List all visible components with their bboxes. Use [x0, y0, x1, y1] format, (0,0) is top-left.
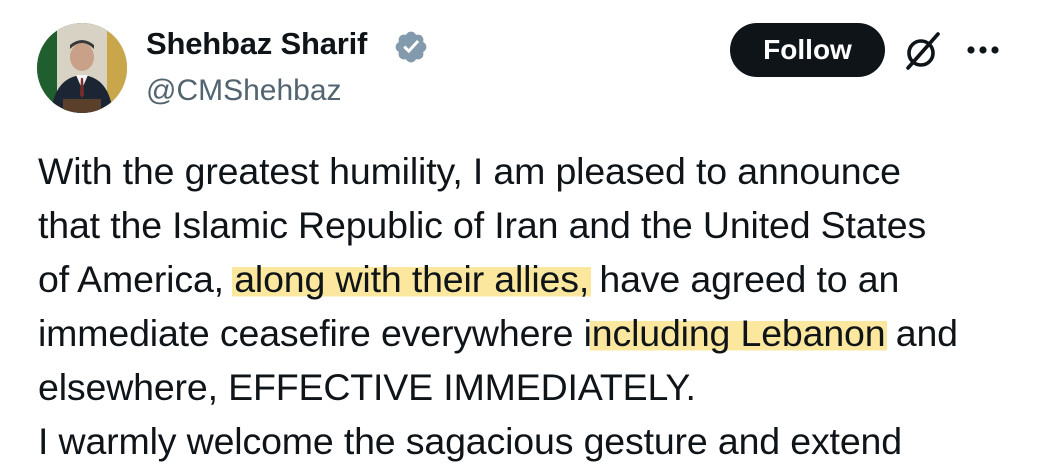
- tweet-line: elsewhere, EFFECTIVE IMMEDIATELY.: [38, 360, 1028, 414]
- tweet-text-cut-off-line: I warmly welcome the sagacious gesture a…: [38, 420, 902, 462]
- verified-badge-icon: [395, 31, 427, 63]
- tweet-line: that the Islamic Republic of Iran and th…: [38, 198, 1028, 252]
- tweet-text-segment: have agreed to an: [589, 258, 900, 300]
- more-options-icon[interactable]: [964, 38, 1002, 62]
- tweet-text-segment: that the Islamic Republic of Iran and th…: [38, 204, 927, 246]
- tweet-text-segment: of America,: [38, 258, 235, 300]
- highlighted-text: along with their allies,: [232, 258, 592, 300]
- highlighted-text: ncluding Lebanon: [589, 312, 888, 354]
- display-name[interactable]: Shehbaz Sharif: [146, 26, 367, 62]
- handle[interactable]: @CMShehbaz: [146, 74, 342, 108]
- tweet-text-segment: and: [885, 312, 958, 354]
- tweet-text-segment: elsewhere, EFFECTIVE IMMEDIATELY.: [38, 366, 696, 408]
- tweet-line: of America, along with their allies, hav…: [38, 252, 1028, 306]
- avatar-image: [37, 23, 127, 113]
- tweet-line: With the greatest humility, I am pleased…: [38, 144, 1028, 198]
- tweet-line: immediate ceasefire everywhere including…: [38, 306, 1028, 360]
- tweet-text: With the greatest humility, I am pleased…: [38, 144, 1028, 414]
- tweet-header: Shehbaz Sharif @CMShehbaz Follow: [0, 0, 1042, 120]
- tweet-text-segment: With the greatest humility, I am pleased…: [38, 150, 901, 192]
- grok-icon[interactable]: [900, 28, 946, 74]
- avatar[interactable]: [37, 23, 127, 113]
- follow-button[interactable]: Follow: [730, 23, 885, 77]
- tweet-text-segment: immediate ceasefire everywhere i: [38, 312, 592, 354]
